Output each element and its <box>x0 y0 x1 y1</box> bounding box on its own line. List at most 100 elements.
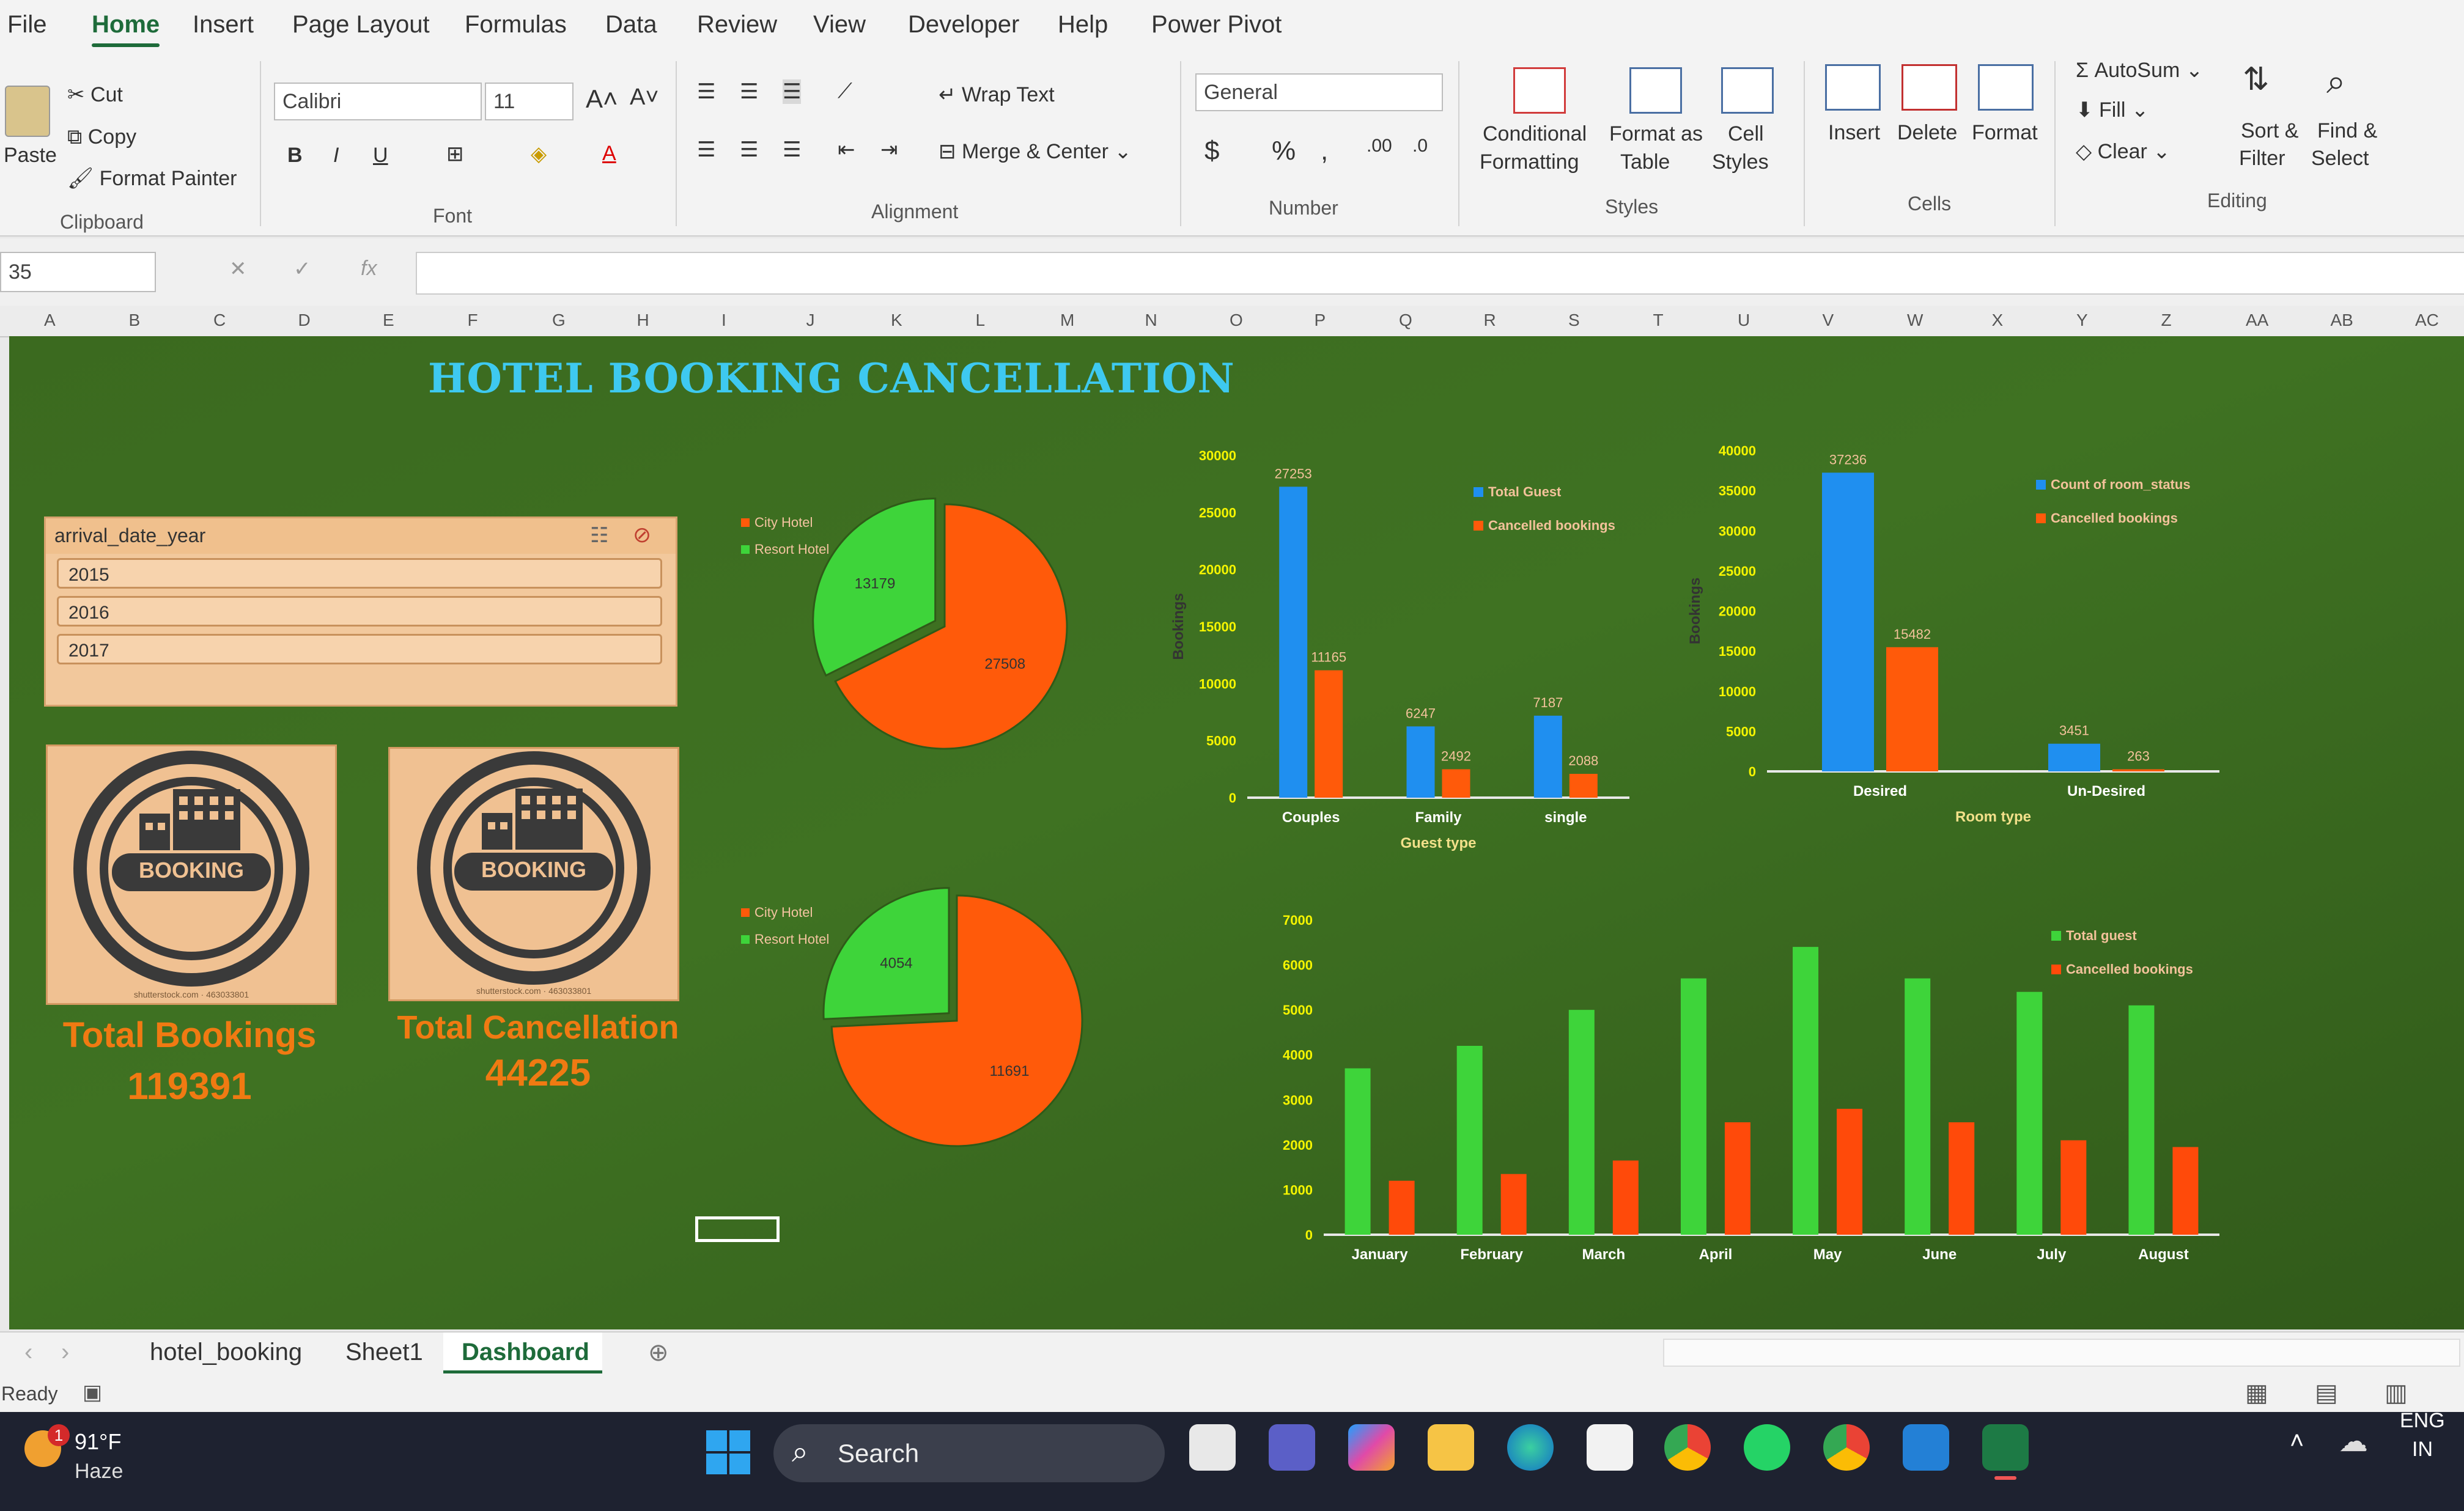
chart3-ytick: 20000 <box>1719 604 1756 619</box>
chart3-ytick: 10000 <box>1719 684 1756 699</box>
edge-icon[interactable] <box>1507 1424 1554 1471</box>
chart4-legend-swatch <box>2051 931 2061 941</box>
vscode-icon[interactable] <box>1903 1424 1949 1471</box>
add-sheet-icon[interactable]: ⊕ <box>648 1339 669 1367</box>
chart4-bar-february-0 <box>1456 1046 1483 1235</box>
page-break-view-icon[interactable]: ▥ <box>2385 1379 2408 1407</box>
chart3-ytick: 0 <box>1749 764 1756 779</box>
store-icon[interactable] <box>1587 1424 1633 1471</box>
onedrive-icon[interactable]: ☁ <box>2339 1424 2368 1458</box>
pie0-data-label: 27508 <box>984 656 1025 672</box>
chart3-ytick: 15000 <box>1719 644 1756 659</box>
chart4-xtick: May <box>1813 1246 1842 1263</box>
chart2-bar-single-0 <box>1533 715 1562 798</box>
chart2-ytick: 10000 <box>1199 676 1236 691</box>
chart4-bar-march-0 <box>1568 1010 1595 1235</box>
chart3-legend-0: Count of room_status <box>2051 477 2191 492</box>
chart2-bar-family-0 <box>1406 726 1435 798</box>
chart4-ytick: 4000 <box>1283 1048 1313 1063</box>
chart2-ytick: 0 <box>1229 790 1236 806</box>
task-view-icon[interactable] <box>1189 1424 1236 1471</box>
chart4-bar-march-1 <box>1612 1160 1639 1235</box>
scroll-left-icon[interactable]: ‹ <box>24 1339 32 1366</box>
chart4-ytick: 2000 <box>1283 1138 1313 1153</box>
pie1-slice-resort-hotel <box>822 887 950 1020</box>
chart4-xtick: July <box>2037 1246 2067 1263</box>
pie1-data-label: 11691 <box>990 1063 1030 1079</box>
excel-icon[interactable] <box>1982 1424 2029 1471</box>
chart4-bar-august-0 <box>2128 1005 2155 1235</box>
chart3-data-label: 15482 <box>1894 627 1931 642</box>
pie0-legend-swatch <box>741 545 750 554</box>
sheet-tab-hotel-booking[interactable]: hotel_booking <box>150 1339 302 1366</box>
chart4-bar-january-1 <box>1389 1180 1415 1235</box>
chart2-data-label: 6247 <box>1406 705 1436 721</box>
chart2-data-label: 7187 <box>1533 695 1563 710</box>
chart2-xlabel: Guest type <box>1400 835 1476 851</box>
chart4-ytick: 6000 <box>1283 958 1313 973</box>
chart3-bar-un-desired-1 <box>2112 769 2164 771</box>
charts-layer: 27508 13179 City Hotel Resort Hotel 11691 405… <box>741 443 2219 1263</box>
chart4-legend-1: Cancelled bookings <box>2066 961 2193 977</box>
pie0-legend-resort-hotel: Resort Hotel <box>754 542 829 557</box>
chart3-data-label: 37236 <box>1829 452 1867 467</box>
accessibility-icon[interactable]: ▣ <box>83 1380 102 1405</box>
tray-chevron-icon[interactable]: ˄ <box>2290 1427 2304 1455</box>
pie1-data-label: 4054 <box>880 955 912 971</box>
pie0-legend-city-hotel: City Hotel <box>754 515 813 530</box>
chart3-ylabel: Bookings <box>1687 578 1703 644</box>
pie0-legend-swatch <box>741 518 750 527</box>
page-layout-view-icon[interactable]: ▤ <box>2315 1379 2338 1407</box>
teams-icon[interactable] <box>1269 1424 1315 1471</box>
weather-temp: 91°F <box>75 1429 122 1454</box>
scroll-right-icon[interactable]: › <box>61 1339 69 1366</box>
horizontal-scrollbar[interactable] <box>1663 1339 2460 1367</box>
file-explorer-icon[interactable] <box>1428 1424 1474 1471</box>
excel-active-indicator <box>1994 1476 2016 1480</box>
chart4-ytick: 5000 <box>1283 1002 1313 1018</box>
pie0-data-label: 13179 <box>855 576 896 592</box>
chart2-xtick: Family <box>1415 809 1462 826</box>
chart4-bar-july-0 <box>2016 991 2043 1235</box>
chart2-ytick: 15000 <box>1199 619 1236 634</box>
sheet-tab-sheet1[interactable]: Sheet1 <box>345 1339 423 1366</box>
chart4-ytick: 3000 <box>1283 1092 1313 1108</box>
chrome-profile-icon[interactable] <box>1823 1424 1870 1471</box>
chrome-icon[interactable] <box>1664 1424 1711 1471</box>
normal-view-icon[interactable]: ▦ <box>2245 1379 2268 1407</box>
sheet-tab-bar: ‹ › hotel_booking Sheet1 Dashboard ⊕ <box>0 1331 2464 1375</box>
search-icon: ⌕ <box>792 1436 808 1468</box>
pie1-legend-swatch <box>741 908 750 917</box>
chart2-data-label: 2088 <box>1568 753 1598 768</box>
chart2-legend-1: Cancelled bookings <box>1488 518 1615 533</box>
windows-start-icon[interactable] <box>706 1430 750 1474</box>
chart2-bar-couples-1 <box>1315 670 1343 798</box>
status-bar: Ready ▣ ▦ ▤ ▥ <box>0 1375 2464 1412</box>
status-ready: Ready <box>1 1383 58 1405</box>
chart2-ytick: 30000 <box>1199 448 1236 463</box>
chart3-legend-swatch <box>2036 513 2046 523</box>
pie1-legend-swatch <box>741 935 750 944</box>
copilot-icon[interactable] <box>1348 1424 1395 1471</box>
whatsapp-icon[interactable] <box>1744 1424 1790 1471</box>
chart4-ytick: 1000 <box>1283 1182 1313 1197</box>
chart2-ytick: 25000 <box>1199 505 1236 520</box>
notification-badge: 1 <box>48 1424 70 1446</box>
chart2-ytick: 20000 <box>1199 562 1236 578</box>
language-in[interactable]: IN <box>2412 1438 2433 1461</box>
chart3-xlabel: Room type <box>1955 809 2031 825</box>
chart3-bar-desired-0 <box>1822 472 1874 771</box>
chart4-bar-february-1 <box>1500 1174 1527 1235</box>
chart3-data-label: 3451 <box>2059 723 2089 738</box>
sheet-tab-dashboard[interactable]: Dashboard <box>462 1339 589 1366</box>
weather-desc: Haze <box>75 1460 124 1483</box>
chart2-xtick: Couples <box>1282 809 1340 826</box>
chart2-data-label: 2492 <box>1441 748 1471 763</box>
chart3-ytick: 5000 <box>1726 724 1756 739</box>
chart4-xtick: June <box>1922 1246 1957 1263</box>
chart3-xtick: Desired <box>1853 783 1907 800</box>
taskbar-search-box[interactable]: ⌕ Search <box>773 1424 1165 1482</box>
chart3-ytick: 25000 <box>1719 564 1756 579</box>
chart2-data-label: 27253 <box>1275 466 1312 481</box>
language-eng[interactable]: ENG <box>2400 1409 2445 1433</box>
